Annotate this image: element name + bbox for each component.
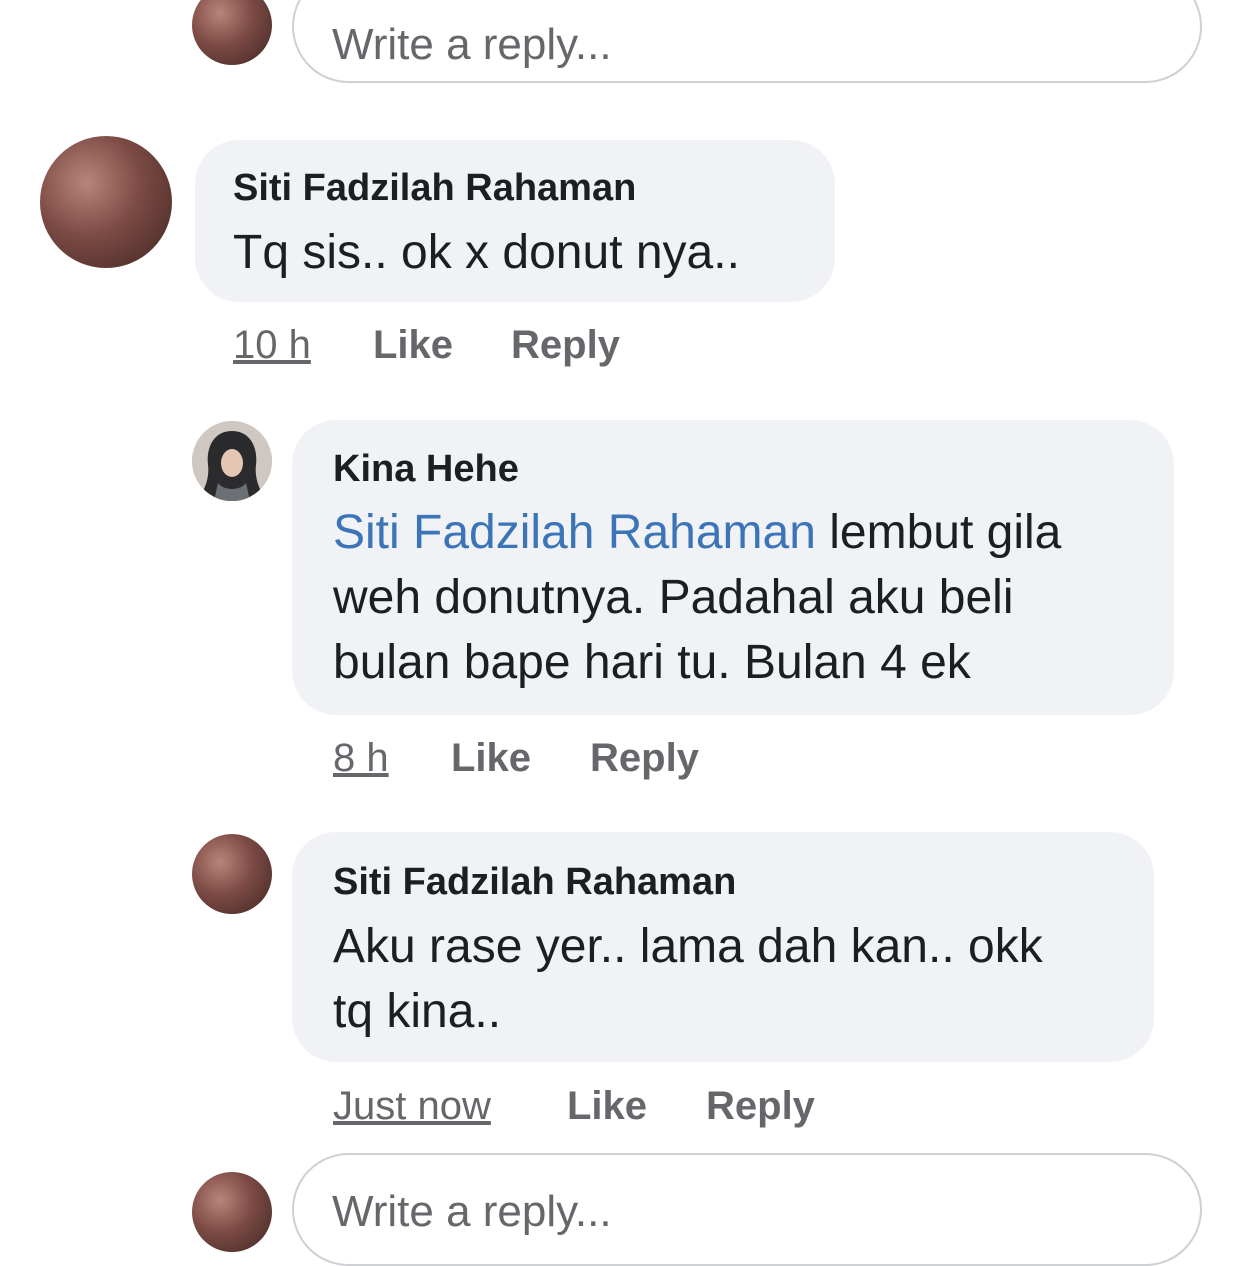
avatar[interactable]	[192, 421, 272, 501]
reply-text-line-1-rest: lembut gila	[815, 506, 1062, 559]
reply-timestamp[interactable]: Just now	[333, 1084, 491, 1129]
reply-author[interactable]: Kina Hehe	[333, 448, 519, 491]
like-button[interactable]: Like	[451, 736, 531, 781]
reply-button[interactable]: Reply	[706, 1084, 815, 1129]
reply-text-line-1: Aku rase yer.. lama dah kan.. okk	[333, 920, 1043, 973]
avatar[interactable]	[40, 136, 172, 268]
like-button[interactable]: Like	[373, 323, 453, 368]
avatar	[192, 0, 272, 65]
reply-timestamp[interactable]: 8 h	[333, 736, 389, 781]
reply-button[interactable]: Reply	[590, 736, 699, 781]
comment-author[interactable]: Siti Fadzilah Rahaman	[233, 167, 636, 210]
mention-link[interactable]: Siti Fadzilah Rahaman	[333, 506, 816, 559]
like-button[interactable]: Like	[567, 1084, 647, 1129]
reply-input[interactable]	[332, 0, 1152, 99]
reply-author[interactable]: Siti Fadzilah Rahaman	[333, 861, 736, 904]
reply-input-box[interactable]	[292, 1153, 1202, 1266]
comment-text: Tq sis.. ok x donut nya..	[233, 226, 740, 279]
comment-timestamp[interactable]: 10 h	[233, 323, 311, 368]
hijab-avatar-icon	[192, 421, 272, 501]
reply-text: Aku rase yer.. lama dah kan.. okk tq kin…	[333, 914, 1043, 1044]
reply-text-line-2: weh donutnya. Padahal aku beli	[333, 571, 1014, 624]
reply-button[interactable]: Reply	[511, 323, 620, 368]
reply-input[interactable]	[332, 1157, 1152, 1266]
reply-text: Siti Fadzilah Rahaman lembut gila weh do…	[333, 500, 1061, 695]
reply-text-line-1: Siti Fadzilah Rahaman lembut gila	[333, 500, 1061, 565]
reply-text-line-2: tq kina..	[333, 985, 502, 1038]
avatar[interactable]	[192, 834, 272, 914]
reply-text-line-3: bulan bape hari tu. Bulan 4 ek	[333, 636, 971, 689]
reply-input-box[interactable]	[292, 0, 1202, 99]
avatar	[192, 1172, 272, 1252]
